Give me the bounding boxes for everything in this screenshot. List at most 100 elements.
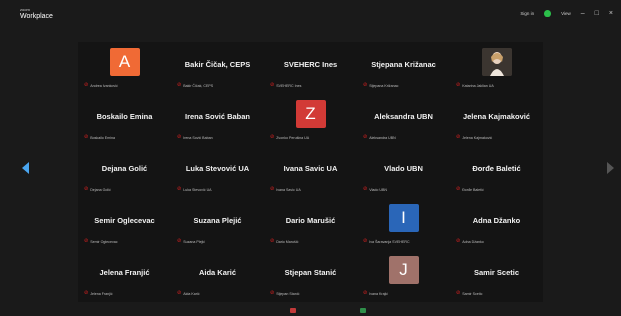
participant-name: Bakir Čičak, CEPS <box>184 60 251 69</box>
view-button[interactable]: View <box>561 11 571 16</box>
brand-title: Workplace <box>20 13 53 20</box>
muted-mic-icon: ⊘ <box>270 82 275 88</box>
participant-name: Dario Marušić <box>285 216 336 225</box>
muted-mic-icon: ⊘ <box>456 238 461 244</box>
participant-footer-name: Iva Šaravanja SVEHERC <box>369 239 410 244</box>
participant-footer: ⊘ Suzana Plejić <box>177 239 205 244</box>
participant-name: Đorđe Baletić <box>472 164 521 173</box>
participant-tile[interactable]: Ivana Savic UA ⊘ Ivana Savic UA <box>264 146 357 198</box>
participant-tile[interactable]: Samir Scetic ⊘ Samir Scetic <box>450 250 543 302</box>
muted-mic-icon: ⊘ <box>456 290 461 296</box>
participant-tile[interactable]: Luka Stevović UA ⊘ Luka Stevović UA <box>171 146 264 198</box>
participant-footer-name: Dario Marušić <box>276 239 299 244</box>
participant-footer: ⊘ Jelena Franjić <box>84 291 113 296</box>
meeting-toolbar <box>0 306 621 316</box>
title-bar: zoom Workplace Sign in View – □ × <box>0 0 621 28</box>
shield-icon <box>544 10 552 17</box>
muted-mic-icon: ⊘ <box>363 134 368 140</box>
maximize-button[interactable]: □ <box>595 10 599 17</box>
muted-mic-icon: ⊘ <box>363 82 368 88</box>
participant-footer-name: Ivana Krajić <box>369 291 388 296</box>
gallery-grid: A ⊘ Andrea Ivanković Bakir Čičak, CEPS ⊘ Baki… <box>78 42 543 302</box>
participant-footer: ⊘ Ivana Savic UA <box>270 187 301 192</box>
participant-tile[interactable]: Suzana Plejić ⊘ Suzana Plejić <box>171 198 264 250</box>
participant-tile[interactable]: Aleksandra UBN ⊘ Aleksandra UBN <box>357 94 450 146</box>
participant-tile[interactable]: SVEHERC Ines ⊘ SVEHERC Ines <box>264 42 357 94</box>
muted-mic-icon: ⊘ <box>84 82 89 88</box>
participant-tile[interactable]: Dejana Golić ⊘ Dejana Golić <box>78 146 171 198</box>
participant-footer-name: Stjepana Križanac <box>369 83 399 88</box>
participant-footer-name: Zvonko Perušina UA <box>276 135 310 140</box>
participant-tile[interactable]: Z ⊘ Zvonko Perušina UA <box>264 94 357 146</box>
participant-footer-name: Katarina Jaklian UA <box>462 83 494 88</box>
participant-footer-name: Stjepan Stanić <box>276 291 300 296</box>
participant-footer: ⊘ Aleksandra UBN <box>363 135 396 140</box>
muted-mic-icon: ⊘ <box>177 186 182 192</box>
participant-tile[interactable]: Vlado UBN ⊘ Vlado UBN <box>357 146 450 198</box>
participant-footer-name: Ivana Savic UA <box>276 187 301 192</box>
close-button[interactable]: × <box>609 10 613 17</box>
participant-footer-name: Semir Oglecevac <box>90 239 118 244</box>
muted-mic-icon: ⊘ <box>177 134 182 140</box>
participant-tile[interactable]: Dario Marušić ⊘ Dario Marušić <box>264 198 357 250</box>
next-page-arrow-icon[interactable] <box>607 162 614 174</box>
participant-tile[interactable]: J ⊘ Ivana Krajić <box>357 250 450 302</box>
participant-tile[interactable]: ⊘ Katarina Jaklian UA <box>450 42 543 94</box>
participant-name: Luka Stevović UA <box>185 164 250 173</box>
participant-tile[interactable]: Semir Oglecevac ⊘ Semir Oglecevac <box>78 198 171 250</box>
toolbar-icon[interactable] <box>360 308 366 313</box>
participant-tile[interactable]: I ⊘ Iva Šaravanja SVEHERC <box>357 198 450 250</box>
muted-mic-icon: ⊘ <box>363 290 368 296</box>
participant-name: Dejana Golić <box>101 164 148 173</box>
app-brand: zoom Workplace <box>20 7 53 21</box>
sign-in-link[interactable]: Sign in <box>520 11 534 16</box>
participant-tile[interactable]: Stjepana Križanac ⊘ Stjepana Križanac <box>357 42 450 94</box>
participant-name: Irena Sović Baban <box>184 112 251 121</box>
participant-footer: ⊘ Andrea Ivanković <box>84 83 118 88</box>
participant-footer-name: Boskailo Emina <box>90 135 115 140</box>
participant-footer: ⊘ SVEHERC Ines <box>270 83 301 88</box>
participant-tile[interactable]: Irena Sović Baban ⊘ Irena Sović Baban <box>171 94 264 146</box>
muted-mic-icon: ⊘ <box>177 238 182 244</box>
muted-mic-icon: ⊘ <box>270 290 275 296</box>
muted-mic-icon: ⊘ <box>84 134 89 140</box>
participant-tile[interactable]: Adna Džanko ⊘ Adna Džanko <box>450 198 543 250</box>
muted-mic-icon: ⊘ <box>84 238 89 244</box>
participant-footer-name: Irena Sović Baban <box>183 135 213 140</box>
participant-name: Aida Karić <box>198 268 237 277</box>
participant-tile[interactable]: A ⊘ Andrea Ivanković <box>78 42 171 94</box>
participant-footer: ⊘ Irena Sović Baban <box>177 135 213 140</box>
participant-tile[interactable]: Boskailo Emina ⊘ Boskailo Emina <box>78 94 171 146</box>
participant-name: Suzana Plejić <box>193 216 242 225</box>
participant-tile[interactable]: Đorđe Baletić ⊘ Đorđe Baletić <box>450 146 543 198</box>
participant-footer: ⊘ Boskailo Emina <box>84 135 115 140</box>
participant-footer-name: Jelena Kajmaković <box>462 135 493 140</box>
toolbar-icon[interactable] <box>290 308 296 313</box>
muted-mic-icon: ⊘ <box>270 238 275 244</box>
participant-name: Aleksandra UBN <box>374 112 433 121</box>
participant-footer-name: Samir Scetic <box>462 291 483 296</box>
participant-footer: ⊘ Iva Šaravanja SVEHERC <box>363 239 410 244</box>
participant-tile[interactable]: Jelena Franjić ⊘ Jelena Franjić <box>78 250 171 302</box>
participant-footer: ⊘ Jelena Kajmaković <box>456 135 492 140</box>
participant-footer: ⊘ Zvonko Perušina UA <box>270 135 309 140</box>
muted-mic-icon: ⊘ <box>363 186 368 192</box>
muted-mic-icon: ⊘ <box>456 82 461 88</box>
participant-footer-name: Andrea Ivanković <box>90 83 118 88</box>
previous-page-arrow-icon[interactable] <box>22 162 29 174</box>
participant-footer-name: Dejana Golić <box>90 187 111 192</box>
participant-tile[interactable]: Jelena Kajmaković ⊘ Jelena Kajmaković <box>450 94 543 146</box>
participant-footer: ⊘ Đorđe Baletić <box>456 187 484 192</box>
participant-name: Jelena Franjić <box>99 268 150 277</box>
participant-footer-name: Suzana Plejić <box>183 239 205 244</box>
participant-tile[interactable]: Bakir Čičak, CEPS ⊘ Bakir Čičak, CEPS <box>171 42 264 94</box>
participant-footer-name: Aleksandra UBN <box>369 135 396 140</box>
muted-mic-icon: ⊘ <box>84 186 89 192</box>
participant-footer: ⊘ Dejana Golić <box>84 187 111 192</box>
brand-small-label: zoom <box>20 7 30 12</box>
minimize-button[interactable]: – <box>581 10 585 17</box>
participant-avatar: I <box>388 204 419 232</box>
participant-tile[interactable]: Stjepan Stanić ⊘ Stjepan Stanić <box>264 250 357 302</box>
participant-tile[interactable]: Aida Karić ⊘ Aida Karić <box>171 250 264 302</box>
participant-name: Stjepan Stanić <box>284 268 337 277</box>
